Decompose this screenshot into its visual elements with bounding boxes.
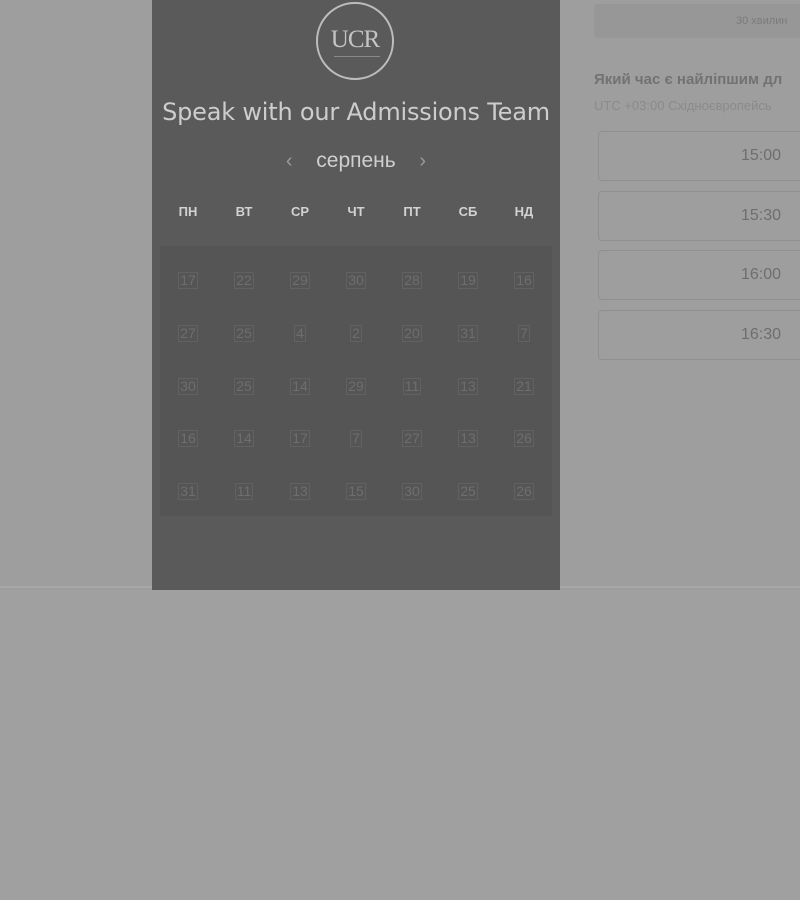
calendar-day: 14 (290, 377, 310, 395)
calendar-day: 25 (458, 483, 478, 501)
calendar-day: 21 (514, 377, 534, 395)
calendar-day: 7 (350, 430, 362, 448)
calendar-day: 26 (514, 430, 534, 448)
month-navigation: ‹ серпень › (152, 146, 560, 176)
calendar-day: 16 (514, 272, 534, 289)
weekday-fri: ПТ (403, 204, 421, 219)
calendar-day: 14 (234, 430, 254, 448)
calendar-day: 16 (178, 430, 198, 448)
calendar-day: 31 (458, 324, 478, 342)
calendar-day: 7 (518, 324, 530, 342)
calendar-day: 30 (402, 483, 422, 501)
next-month-icon[interactable]: › (408, 146, 438, 176)
calendar-day: 17 (290, 430, 310, 448)
calendar-day: 13 (458, 430, 478, 448)
calendar-day: 4 (294, 324, 306, 342)
logo-text: UCR (330, 26, 380, 53)
calendar-day: 11 (402, 377, 422, 395)
calendar-day: 27 (402, 430, 422, 448)
timezone-label: UTC +03:00 Східноєвропейсь (594, 98, 772, 113)
time-slot-button[interactable]: 15:00 (598, 131, 800, 181)
calendar-day: 31 (178, 483, 198, 501)
duration-pill: 30 хвилин (594, 4, 800, 38)
calendar-day: 25 (234, 324, 254, 342)
calendar-day: 11 (234, 483, 254, 501)
prev-month-icon[interactable]: ‹ (274, 146, 304, 176)
calendar-day: 15 (346, 483, 366, 501)
weekday-tue: ВТ (235, 204, 253, 219)
calendar-day: 30 (346, 272, 366, 289)
weekday-sat: СБ (458, 204, 478, 219)
calendar-days-grid: 17 22 29 30 28 19 16 27 25 4 2 20 31 7 3… (160, 246, 552, 516)
weekday-thu: ЧТ (347, 204, 365, 219)
calendar-day: 20 (402, 324, 422, 342)
weekday-wed: СР (290, 204, 310, 219)
calendar-day: 26 (514, 483, 534, 501)
calendar-day: 25 (234, 377, 254, 395)
duration-label: 30 хвилин (736, 15, 788, 27)
month-label: серпень (316, 149, 396, 172)
panel-title: Speak with our Admissions Team (162, 98, 550, 126)
calendar-day: 17 (178, 272, 198, 289)
logo-underline (334, 56, 380, 60)
time-question-heading: Який час є найліпшим дл (594, 71, 783, 88)
calendar-day: 30 (178, 377, 198, 395)
time-slot-button[interactable]: 16:00 (598, 250, 800, 300)
weekday-header: ПН ВТ СР ЧТ ПТ СБ НД (160, 204, 552, 219)
calendar-day: 29 (346, 377, 366, 395)
calendar-day: 2 (350, 324, 362, 342)
calendar-day: 27 (178, 324, 198, 342)
weekday-mon: ПН (178, 204, 198, 219)
calendar-day: 19 (458, 272, 478, 289)
time-slot-button[interactable]: 16:30 (598, 310, 800, 360)
ucr-logo: UCR (316, 2, 394, 80)
calendar-day: 28 (402, 272, 422, 289)
calendar-day: 13 (458, 377, 478, 395)
scheduler-panel: UCR Speak with our Admissions Team ‹ сер… (152, 0, 560, 590)
weekday-sun: НД (514, 204, 534, 219)
time-slot-button[interactable]: 15:30 (598, 191, 800, 241)
calendar-day: 29 (290, 272, 310, 289)
calendar-day: 13 (290, 483, 310, 501)
calendar-day: 22 (234, 272, 254, 289)
